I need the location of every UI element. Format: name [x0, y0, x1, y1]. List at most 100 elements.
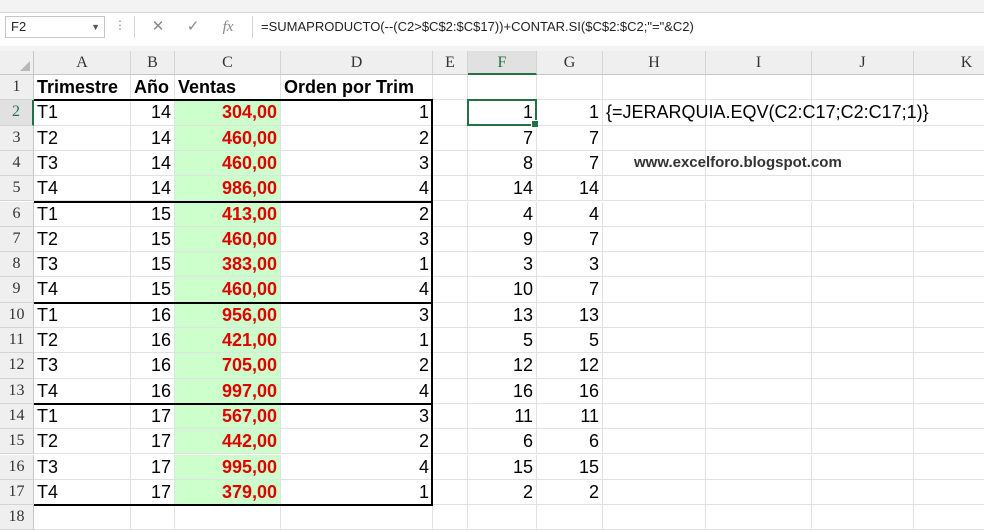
cell-e8[interactable]: [433, 252, 468, 278]
column-header-j[interactable]: J: [812, 51, 914, 75]
name-box[interactable]: F2 ▼: [5, 16, 105, 38]
cell-h8[interactable]: [603, 252, 706, 278]
row-header-1[interactable]: 1: [0, 75, 34, 101]
cell-i16[interactable]: [706, 454, 812, 480]
cell-rank-g[interactable]: 15: [537, 454, 603, 480]
cell-i7[interactable]: [706, 226, 812, 253]
cell-a18[interactable]: [34, 505, 131, 530]
cell-orden[interactable]: 3: [281, 150, 433, 177]
cell-h1[interactable]: [603, 75, 706, 101]
cell-e9[interactable]: [433, 277, 468, 303]
cell-ventas[interactable]: 442,00: [175, 429, 281, 455]
cell-ventas[interactable]: 460,00: [175, 150, 281, 177]
cell-rank-f[interactable]: 13: [468, 302, 537, 328]
cell-i14[interactable]: [706, 403, 812, 430]
cell-ventas[interactable]: 460,00: [175, 226, 281, 253]
cell-ventas[interactable]: 421,00: [175, 328, 281, 354]
cell-e6[interactable]: [433, 201, 468, 227]
cell-ventas[interactable]: 986,00: [175, 176, 281, 202]
cell-h5[interactable]: [603, 176, 706, 202]
note-formula[interactable]: {=JERARQUIA.EQV(C2:C17;C2:C17;1)}: [603, 100, 963, 126]
cell-i10[interactable]: [706, 302, 812, 328]
cell-i18[interactable]: [706, 505, 812, 530]
cell-trimestre[interactable]: T2: [34, 429, 131, 455]
cell-h15[interactable]: [603, 429, 706, 455]
column-header-h[interactable]: H: [603, 51, 706, 75]
cell-ventas[interactable]: 567,00: [175, 403, 281, 430]
spreadsheet-grid[interactable]: A B C D E F G H I J K 1 2 3 4 5 6 7 8 9 10 11 12 13 14 15 16 17 18 Tr…: [0, 51, 984, 530]
cell-j7[interactable]: [812, 226, 914, 253]
cell-anio[interactable]: 14: [131, 150, 175, 177]
cell-j15[interactable]: [812, 429, 914, 455]
insert-function-icon[interactable]: fx: [215, 16, 241, 38]
column-header-c[interactable]: C: [175, 51, 281, 75]
cell-h12[interactable]: [603, 353, 706, 379]
column-header-g[interactable]: G: [537, 51, 603, 75]
cell-i8[interactable]: [706, 252, 812, 278]
cell-rank-g[interactable]: 2: [537, 479, 603, 506]
row-header-15[interactable]: 15: [0, 429, 34, 455]
header-orden[interactable]: Orden por Trim: [281, 75, 433, 101]
cell-rank-f[interactable]: 10: [468, 277, 537, 303]
row-header-5[interactable]: 5: [0, 176, 34, 202]
cell-rank-f[interactable]: 3: [468, 252, 537, 278]
cell-i5[interactable]: [706, 176, 812, 202]
cell-ventas[interactable]: 705,00: [175, 353, 281, 379]
cell-anio[interactable]: 16: [131, 328, 175, 354]
cell-h18[interactable]: [603, 505, 706, 530]
row-header-9[interactable]: 9: [0, 277, 34, 303]
cell-trimestre[interactable]: T3: [34, 252, 131, 278]
cell-rank-g[interactable]: 7: [537, 277, 603, 303]
cell-anio[interactable]: 16: [131, 302, 175, 328]
chevron-down-icon[interactable]: ▼: [91, 17, 100, 37]
cell-g18[interactable]: [537, 505, 603, 530]
cell-rank-f[interactable]: 2: [468, 479, 537, 506]
cell-c18[interactable]: [175, 505, 281, 530]
cell-e15[interactable]: [433, 429, 468, 455]
cell-e7[interactable]: [433, 226, 468, 253]
cell-orden[interactable]: 1: [281, 479, 433, 506]
cell-j13[interactable]: [812, 378, 914, 404]
cell-h6[interactable]: [603, 201, 706, 227]
cell-orden[interactable]: 4: [281, 277, 433, 303]
column-header-d[interactable]: D: [281, 51, 433, 75]
cell-trimestre[interactable]: T4: [34, 277, 131, 303]
row-header-6[interactable]: 6: [0, 201, 34, 227]
cell-ventas[interactable]: 997,00: [175, 378, 281, 404]
cell-h9[interactable]: [603, 277, 706, 303]
cell-e11[interactable]: [433, 328, 468, 354]
cell-anio[interactable]: 14: [131, 125, 175, 151]
cell-anio[interactable]: 15: [131, 252, 175, 278]
cell-ventas[interactable]: 304,00: [175, 100, 281, 126]
cell-orden[interactable]: 2: [281, 125, 433, 151]
cell-i13[interactable]: [706, 378, 812, 404]
cell-orden[interactable]: 2: [281, 201, 433, 227]
cell-i11[interactable]: [706, 328, 812, 354]
cell-trimestre[interactable]: T1: [34, 403, 131, 430]
cell-trimestre[interactable]: T3: [34, 454, 131, 480]
cell-j18[interactable]: [812, 505, 914, 530]
row-header-3[interactable]: 3: [0, 125, 34, 151]
cell-k5[interactable]: [914, 176, 984, 202]
row-header-8[interactable]: 8: [0, 252, 34, 278]
cell-k3[interactable]: [914, 126, 984, 151]
cell-orden[interactable]: 1: [281, 328, 433, 354]
cell-orden[interactable]: 4: [281, 454, 433, 480]
cell-rank-g[interactable]: 7: [537, 226, 603, 253]
cell-h14[interactable]: [603, 403, 706, 430]
cell-rank-g[interactable]: 6: [537, 429, 603, 455]
row-header-16[interactable]: 16: [0, 454, 34, 480]
cell-e2[interactable]: [433, 100, 468, 126]
cell-rank-g[interactable]: 7: [537, 125, 603, 151]
cell-ventas[interactable]: 379,00: [175, 479, 281, 506]
cell-d18[interactable]: [281, 505, 433, 530]
cell-h3[interactable]: [603, 125, 706, 151]
cell-j8[interactable]: [812, 252, 914, 278]
cell-h17[interactable]: [603, 479, 706, 506]
cell-trimestre[interactable]: T1: [34, 100, 131, 126]
column-header-f[interactable]: F: [468, 51, 537, 75]
cell-e14[interactable]: [433, 403, 468, 430]
cell-h16[interactable]: [603, 454, 706, 480]
header-trimestre[interactable]: Trimestre: [34, 75, 131, 101]
cell-g1[interactable]: [537, 75, 603, 101]
